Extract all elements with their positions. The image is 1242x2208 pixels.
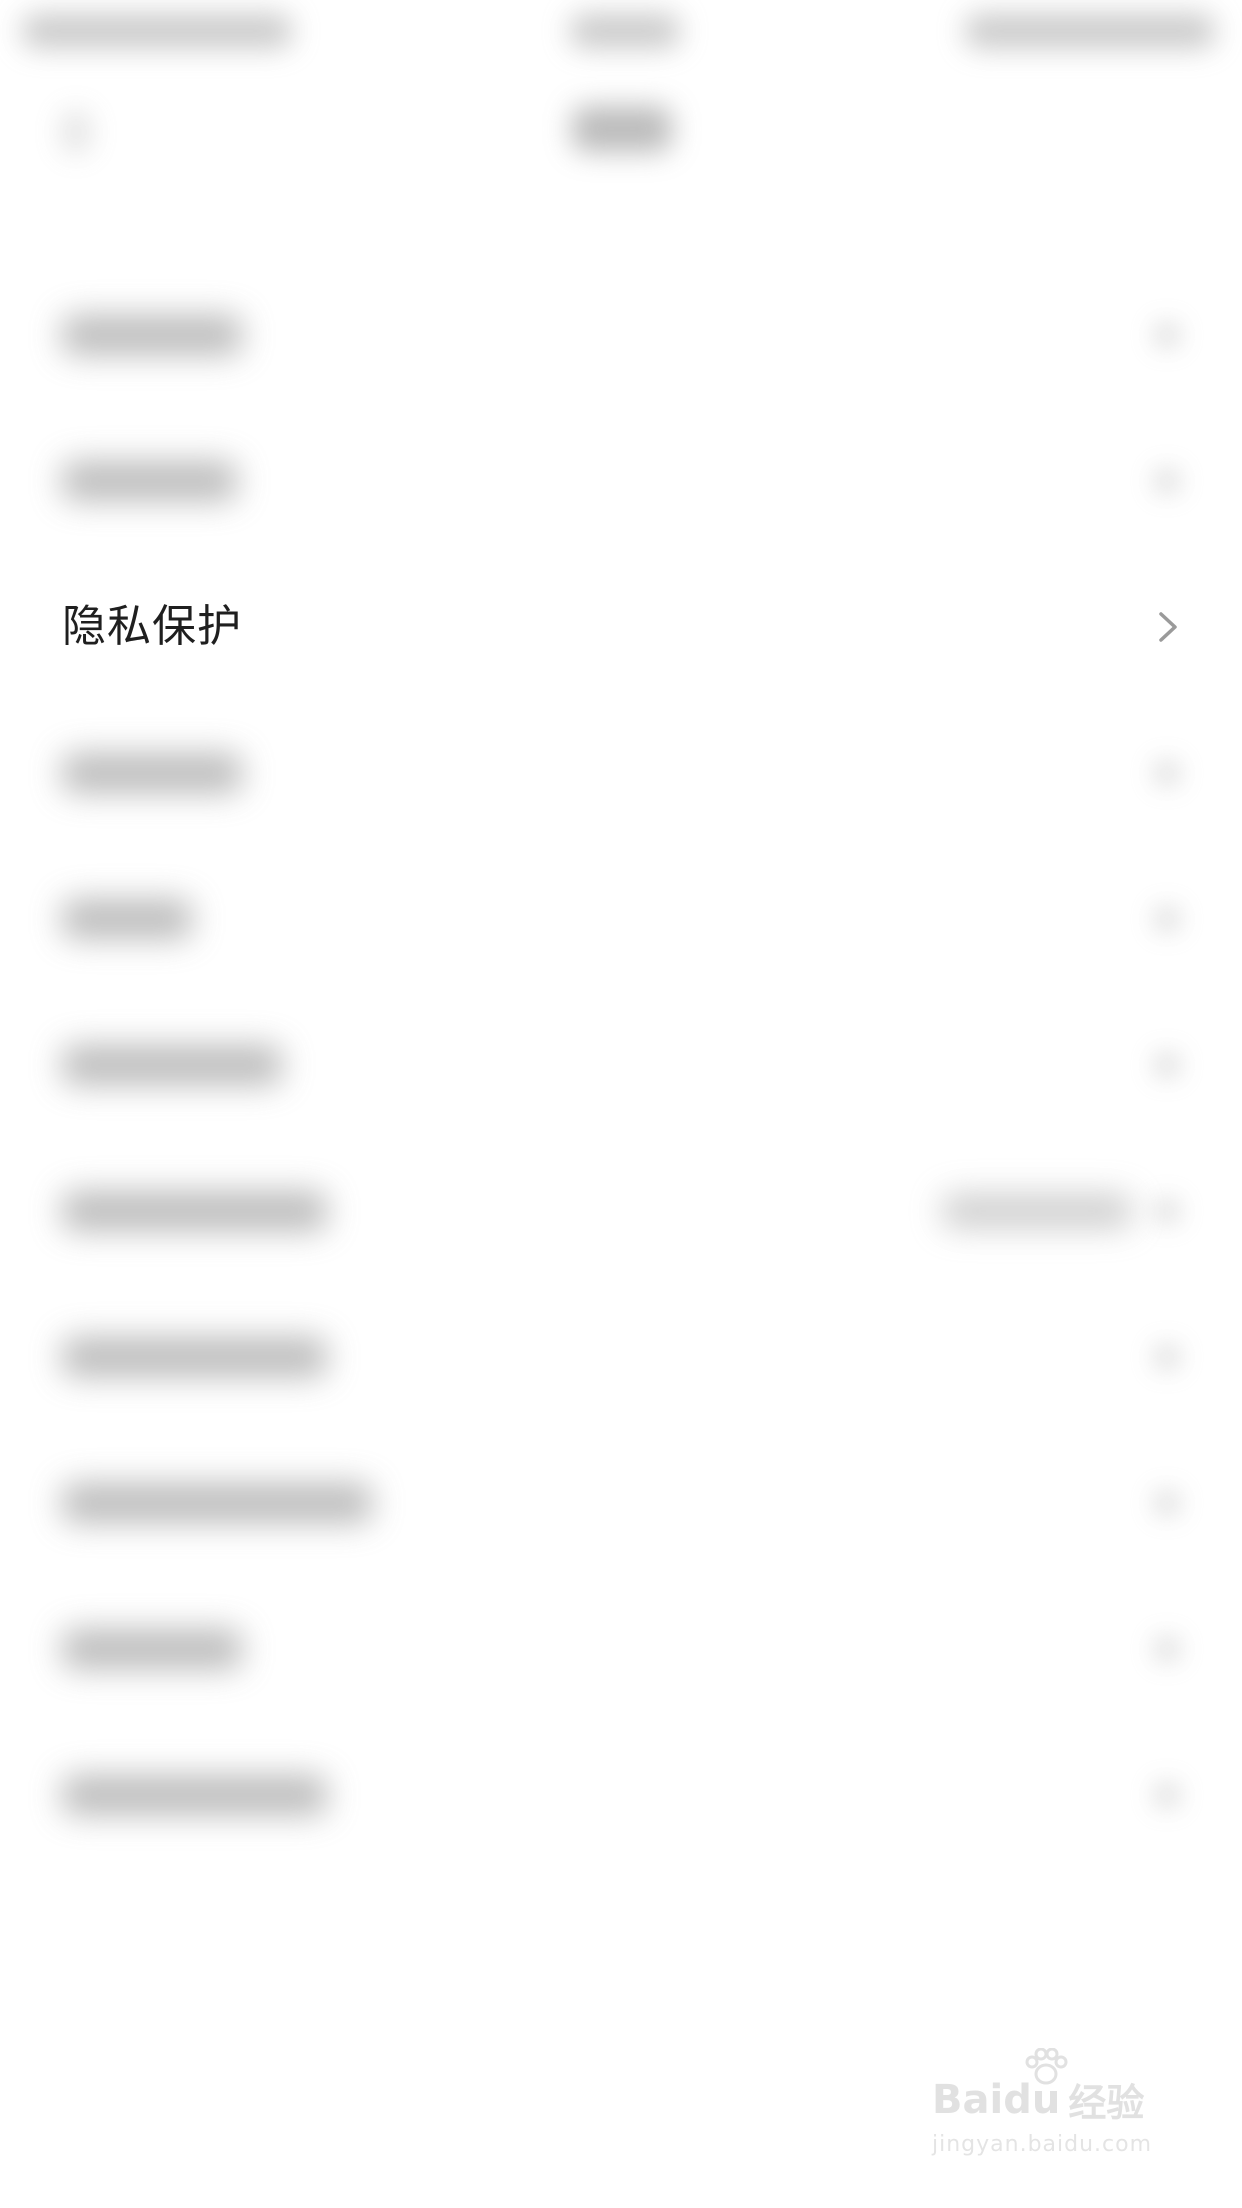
chevron-right-icon — [1154, 322, 1180, 348]
chevron-right-icon — [1154, 1782, 1180, 1808]
chevron-right-icon — [1154, 468, 1180, 494]
settings-row-blurred[interactable] — [0, 700, 1242, 846]
chevron-right-icon — [1154, 1490, 1180, 1516]
settings-row-blurred[interactable] — [0, 1430, 1242, 1576]
settings-row-blurred[interactable] — [0, 262, 1242, 408]
status-bar-time-blur — [570, 14, 680, 48]
status-bar-carrier-blur — [22, 14, 292, 48]
page-title — [572, 106, 672, 152]
watermark-brand-suffix: 经验 — [1068, 2081, 1145, 2125]
chevron-right-icon — [1154, 1636, 1180, 1662]
chevron-right-icon — [1159, 612, 1177, 642]
chevron-right-icon — [1154, 906, 1180, 932]
settings-row-label-blur — [62, 1191, 327, 1231]
settings-row-blurred[interactable] — [0, 846, 1242, 992]
settings-row-blurred[interactable] — [0, 408, 1242, 554]
status-bar — [0, 0, 1242, 70]
status-bar-battery-blur — [965, 14, 1215, 48]
watermark-brand: Baidu — [932, 2076, 1061, 2123]
chevron-right-icon — [1154, 760, 1180, 786]
back-button[interactable] — [62, 110, 90, 154]
settings-row-label-blur — [62, 899, 192, 939]
settings-row-label-blur — [62, 1775, 327, 1815]
settings-row-blurred[interactable] — [0, 1138, 1242, 1284]
settings-row-blurred[interactable] — [0, 992, 1242, 1138]
settings-row-label-blur — [62, 753, 242, 793]
chevron-right-icon — [1154, 1198, 1180, 1224]
settings-row-label-blur — [62, 1337, 327, 1377]
nav-bar — [0, 70, 1242, 190]
settings-row-label-blur — [62, 1629, 242, 1669]
settings-row-blurred[interactable] — [0, 1284, 1242, 1430]
settings-row-blurred[interactable] — [0, 1576, 1242, 1722]
baidu-jingyan-watermark: Baidu 经验 jingyan.baidu.com — [932, 2048, 1172, 2180]
privacy-protection-label: 隐私保护 — [62, 601, 242, 652]
chevron-right-icon — [1154, 1344, 1180, 1370]
chevron-right-icon — [1154, 1052, 1180, 1078]
settings-row-blurred[interactable] — [0, 1722, 1242, 1868]
settings-list: 隐私保护 — [0, 262, 1242, 1868]
settings-row-privacy[interactable]: 隐私保护 — [0, 554, 1242, 700]
watermark-url: jingyan.baidu.com — [932, 2132, 1153, 2157]
settings-row-label-blur — [62, 461, 237, 501]
settings-row-label-blur — [62, 1483, 372, 1523]
watermark-brand-row: Baidu 经验 — [932, 2072, 1144, 2127]
settings-row-label-blur — [62, 315, 242, 355]
settings-row-value-blur — [942, 1194, 1132, 1228]
settings-row-label-blur — [62, 1045, 282, 1085]
